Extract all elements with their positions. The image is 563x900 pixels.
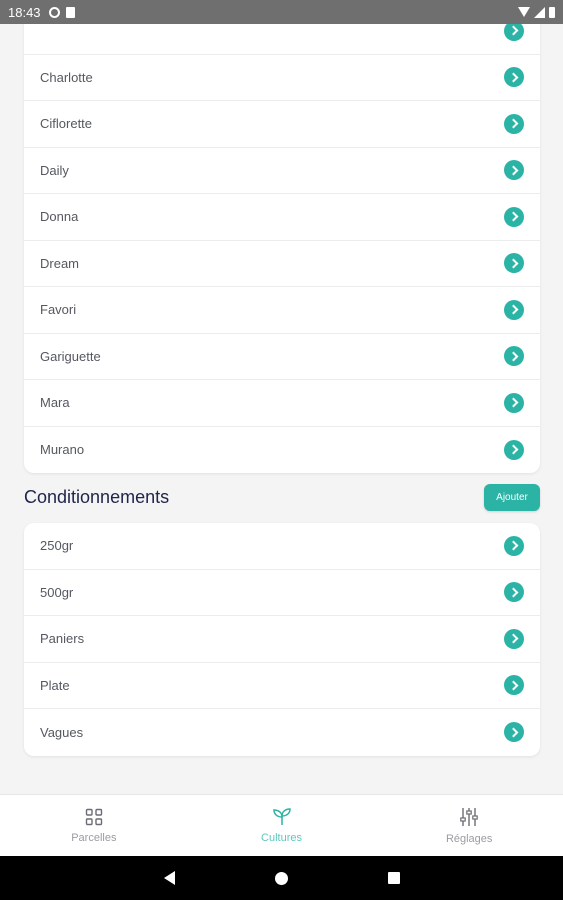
- list-item[interactable]: Plate: [24, 663, 540, 709]
- battery-icon: [549, 6, 555, 18]
- chevron-right-icon[interactable]: [504, 67, 524, 88]
- chevron-right-icon[interactable]: [504, 160, 524, 181]
- home-icon[interactable]: [274, 871, 288, 885]
- list-item[interactable]: Ciflorette: [24, 101, 540, 148]
- back-icon[interactable]: [163, 871, 175, 885]
- sliders-icon: [460, 807, 478, 826]
- list-item-label: Vagues: [40, 724, 84, 740]
- main-content: Charlotte Ciflorette Daily Donna Dream F…: [0, 24, 563, 794]
- status-bar: 18:43: [0, 0, 563, 24]
- bottom-nav: Parcelles Cultures Réglages: [0, 794, 563, 856]
- section-title: Conditionnements: [24, 486, 170, 507]
- list-item-label: Donna: [40, 209, 79, 225]
- chevron-right-icon[interactable]: [504, 346, 524, 367]
- wifi-icon: [518, 7, 530, 17]
- status-time: 18:43: [8, 4, 41, 20]
- chevron-right-icon[interactable]: [504, 675, 524, 696]
- chevron-right-icon[interactable]: [504, 113, 524, 134]
- list-item[interactable]: Dream: [24, 241, 540, 287]
- list-item-label: Murano: [40, 442, 85, 458]
- chevron-right-icon[interactable]: [504, 535, 524, 556]
- chevron-right-icon[interactable]: [504, 392, 524, 413]
- chevron-right-icon[interactable]: [504, 582, 524, 603]
- chevron-right-icon[interactable]: [504, 299, 524, 320]
- varieties-list: Charlotte Ciflorette Daily Donna Dream F…: [24, 24, 540, 473]
- list-item[interactable]: Donna: [24, 194, 540, 241]
- list-item-label: 500gr: [40, 584, 74, 600]
- list-item[interactable]: Gariguette: [24, 334, 540, 380]
- sd-card-icon: [65, 6, 75, 18]
- list-item[interactable]: 500gr: [24, 570, 540, 616]
- chevron-right-icon[interactable]: [504, 628, 524, 649]
- sprout-icon: [272, 807, 291, 825]
- add-button[interactable]: Ajouter: [484, 483, 540, 511]
- list-item-label: Plate: [40, 677, 70, 693]
- list-item[interactable]: 250gr: [24, 523, 540, 570]
- list-item-label: Gariguette: [40, 348, 101, 364]
- list-item-label: Charlotte: [40, 69, 93, 85]
- chevron-right-icon[interactable]: [504, 253, 524, 274]
- android-nav-bar: [0, 856, 563, 900]
- list-item[interactable]: [24, 24, 540, 55]
- list-item-label: Favori: [40, 302, 77, 318]
- google-icon: [48, 6, 60, 18]
- list-item-label: Daily: [40, 162, 69, 178]
- list-item[interactable]: Murano: [24, 427, 540, 474]
- list-item-label: 250gr: [40, 538, 74, 554]
- nav-label: Réglages: [445, 832, 493, 845]
- signal-icon: [534, 6, 545, 18]
- grid-icon: [85, 808, 103, 825]
- list-item[interactable]: Daily: [24, 148, 540, 194]
- conditionnements-list: 250gr 500gr Paniers Plate Vagues: [24, 523, 540, 756]
- nav-item-reglages[interactable]: Réglages: [375, 795, 563, 856]
- list-item[interactable]: Paniers: [24, 616, 540, 663]
- list-item[interactable]: Vagues: [24, 709, 540, 756]
- list-item-label: Ciflorette: [40, 116, 93, 132]
- chevron-right-icon[interactable]: [504, 206, 524, 227]
- list-item[interactable]: Charlotte: [24, 55, 540, 101]
- list-item-label: Dream: [40, 255, 80, 271]
- chevron-right-icon[interactable]: [504, 439, 524, 460]
- nav-label: Cultures: [261, 831, 302, 844]
- list-item[interactable]: Favori: [24, 287, 540, 334]
- recent-apps-icon[interactable]: [387, 872, 400, 884]
- nav-item-parcelles[interactable]: Parcelles: [0, 795, 188, 856]
- nav-label: Parcelles: [71, 831, 117, 844]
- list-item[interactable]: Mara: [24, 380, 540, 427]
- conditionnements-header: Conditionnements Ajouter: [24, 482, 540, 512]
- list-item-label: Mara: [40, 395, 70, 411]
- list-item-label: Paniers: [40, 631, 85, 647]
- chevron-right-icon[interactable]: [504, 722, 524, 743]
- chevron-right-icon[interactable]: [504, 24, 524, 41]
- nav-item-cultures[interactable]: Cultures: [188, 795, 376, 856]
